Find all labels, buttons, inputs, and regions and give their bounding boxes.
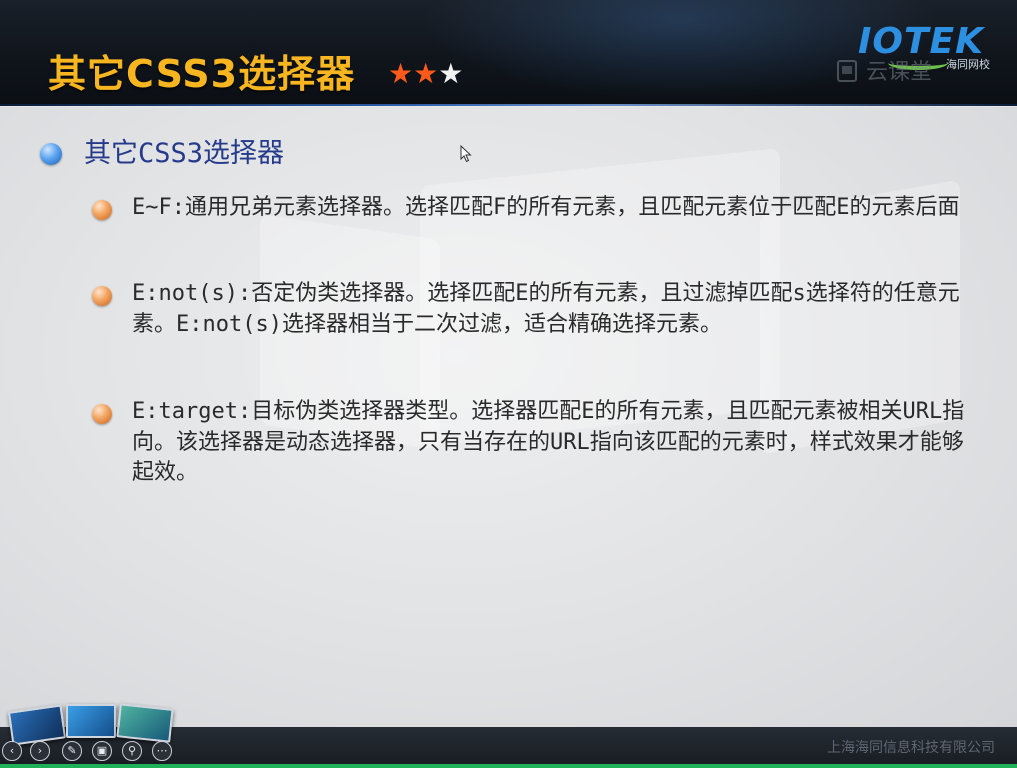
slide-thumbnail[interactable] xyxy=(116,703,174,743)
footer-accent-bar xyxy=(0,764,1017,768)
classroom-watermark: 云课堂 xyxy=(866,60,933,85)
heading-bullet-icon xyxy=(40,143,62,165)
bullet-item: E:not(s):否定伪类选择器。选择匹配E的所有元素，且过滤掉匹配s选择符的任… xyxy=(92,279,982,374)
slides-icon: ▣ xyxy=(96,744,108,757)
bullet-icon xyxy=(92,404,112,424)
more-icon: ⋯ xyxy=(156,744,168,757)
bullet-item: E~F:通用兄弟元素选择器。选择匹配F的所有元素，且匹配元素位于匹配E的元素后面 xyxy=(92,193,982,257)
previous-button[interactable]: ‹ xyxy=(2,741,22,761)
bullet-item: E:target:目标伪类选择器类型。选择器匹配E的所有元素，且匹配元素被相关U… xyxy=(92,397,982,492)
next-button[interactable]: › xyxy=(30,741,50,761)
logo-tagline: 海同网校 xyxy=(946,58,990,71)
mouse-cursor-icon xyxy=(460,145,472,163)
pen-button[interactable]: ✎ xyxy=(62,741,82,761)
slide-title: 其它CSS3选择器 xyxy=(48,52,356,96)
bullet-item-text: E:not(s):否定伪类选择器。选择匹配E的所有元素，且过滤掉匹配s选择符的任… xyxy=(132,281,960,337)
star-empty-icon: ★ xyxy=(438,57,464,90)
section-heading-text: 其它CSS3选择器 xyxy=(84,138,285,169)
header-divider xyxy=(0,104,1017,106)
slide-thumbnail[interactable] xyxy=(66,704,116,738)
more-button[interactable]: ⋯ xyxy=(152,741,172,761)
slide-body: 其它CSS3选择器 E~F:通用兄弟元素选择器。选择匹配F的所有元素，且匹配元素… xyxy=(0,107,1017,727)
difficulty-rating: ★★★ xyxy=(388,58,463,90)
bullet-item-text: E~F:通用兄弟元素选择器。选择匹配F的所有元素，且匹配元素位于匹配E的元素后面 xyxy=(132,195,960,220)
chevron-left-icon: ‹ xyxy=(9,744,15,757)
slides-button[interactable]: ▣ xyxy=(92,741,112,761)
magnifier-icon: ⚲ xyxy=(127,744,137,757)
bullet-icon xyxy=(92,200,112,220)
pen-icon: ✎ xyxy=(67,744,77,757)
bullet-item-text: E:target:目标伪类选择器类型。选择器匹配E的所有元素，且匹配元素被相关U… xyxy=(132,399,965,485)
bullet-icon xyxy=(92,286,112,306)
company-name: 上海海同信息科技有限公司 xyxy=(827,740,995,756)
star-filled-icon: ★ xyxy=(413,57,439,90)
slide-header: 其它CSS3选择器 ★★★ IOTEK 海同网校 云课堂 xyxy=(0,0,1017,106)
star-filled-icon: ★ xyxy=(388,57,414,90)
chevron-right-icon: › xyxy=(37,744,43,757)
zoom-button[interactable]: ⚲ xyxy=(122,741,142,761)
classroom-watermark-icon xyxy=(837,60,857,82)
